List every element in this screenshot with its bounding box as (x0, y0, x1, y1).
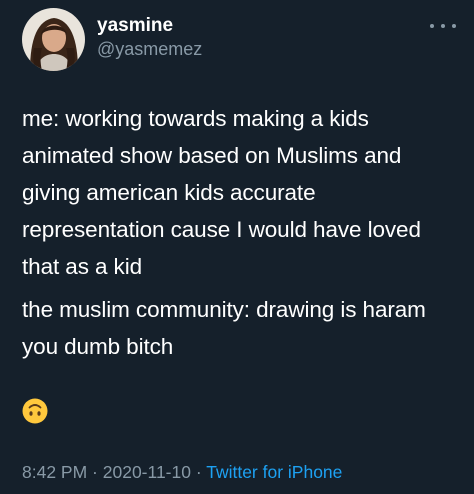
tweet-paragraph: the muslim community: drawing is haram y… (22, 297, 426, 359)
tweet-card: yasmine @yasmemez me: working towards ma… (0, 0, 474, 494)
tweet-source-link[interactable]: Twitter for iPhone (206, 462, 342, 482)
display-name[interactable]: yasmine (97, 14, 202, 38)
more-dot (452, 24, 456, 28)
tweet-text: me: working towards making a kids animat… (22, 100, 462, 365)
tweet-time[interactable]: 8:42 PM (22, 462, 87, 482)
upside-down-face-emoji-icon (22, 398, 48, 424)
meta-separator: · (190, 462, 207, 482)
avatar[interactable] (22, 8, 85, 71)
more-dot (441, 24, 445, 28)
tweet-header: yasmine @yasmemez (22, 8, 202, 71)
tweet-paragraph: me: working towards making a kids animat… (22, 106, 421, 279)
meta-separator: · (87, 462, 103, 482)
more-options-icon[interactable] (430, 18, 456, 34)
avatar-image (22, 8, 85, 71)
more-dot (430, 24, 434, 28)
tweet-date[interactable]: 2020-11-10 (103, 462, 191, 482)
user-names: yasmine @yasmemez (97, 14, 202, 60)
tweet-metadata: 8:42 PM · 2020-11-10 · Twitter for iPhon… (22, 462, 342, 483)
user-handle[interactable]: @yasmemez (97, 38, 202, 60)
